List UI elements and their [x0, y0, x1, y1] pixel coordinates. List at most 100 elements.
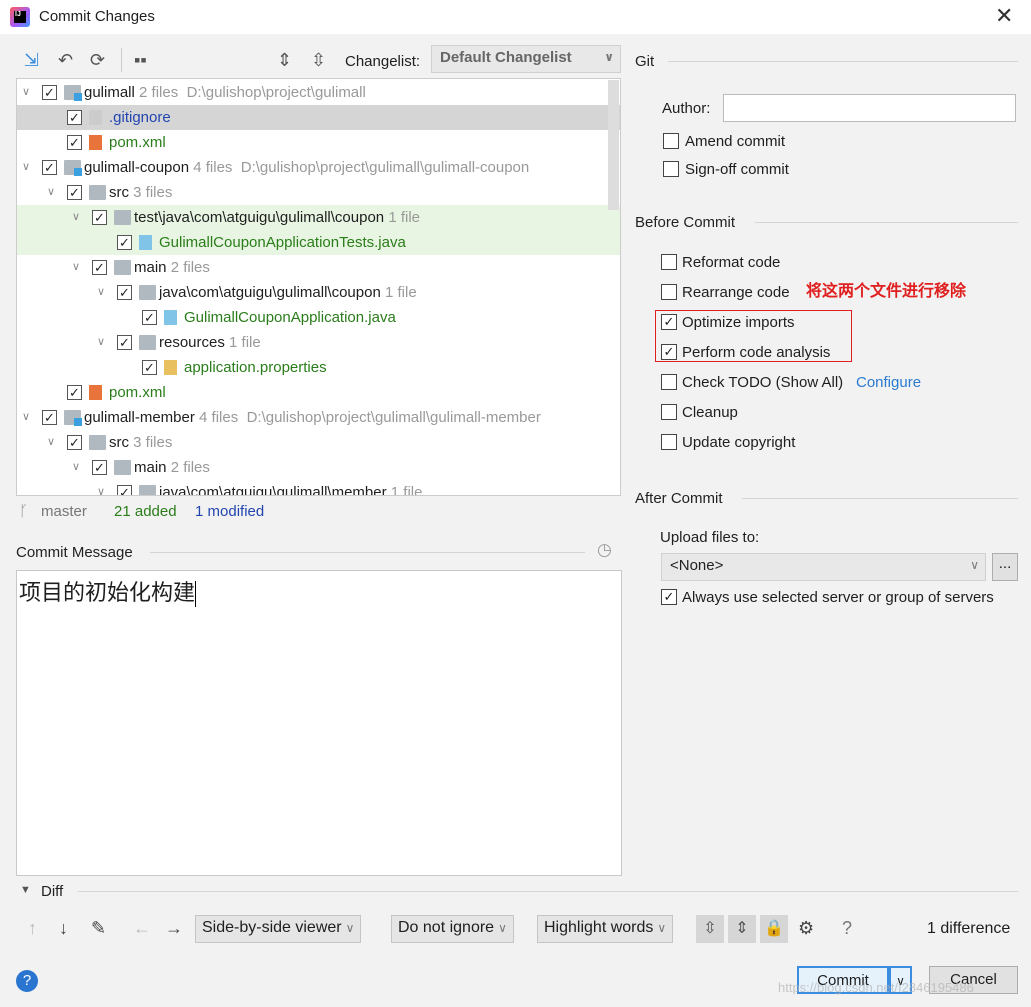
help-button[interactable]: ?	[16, 970, 38, 992]
commit-message-text: 项目的初始化构建	[19, 580, 196, 605]
tree-item-name: gulimall-coupon	[84, 159, 190, 176]
refresh-icon[interactable]: ⟳	[90, 50, 105, 71]
tree-row[interactable]: ∨ ✓ gulimall-member 4 files D:\gulishop\pr…	[17, 405, 620, 430]
forward-icon[interactable]: →	[165, 918, 183, 939]
collapse-diff-icon[interactable]: ▼	[20, 884, 31, 896]
group-by-icon[interactable]: ▪▪	[134, 50, 147, 71]
edit-source-icon[interactable]: ✎	[91, 918, 106, 939]
include-checkbox[interactable]: ✓	[42, 160, 57, 175]
chevron-down-icon[interactable]: ∨	[22, 80, 30, 105]
tree-row[interactable]: ∨ ✓ java\com\atguigu\gulimall\member 1 fil…	[17, 480, 620, 495]
tree-row[interactable]: ✓ pom.xml	[17, 130, 620, 155]
tree-scrollbar[interactable]	[608, 80, 619, 210]
upload-files-dropdown[interactable]: <None> ∨	[661, 553, 986, 581]
tree-row[interactable]: ∨ ✓ main 2 files	[17, 455, 620, 480]
include-checkbox[interactable]: ✓	[42, 410, 57, 425]
settings-gear-icon[interactable]: ⚙	[798, 918, 814, 939]
show-diff-icon[interactable]: ⇲	[24, 50, 39, 71]
include-checkbox[interactable]: ✓	[92, 260, 107, 275]
include-checkbox[interactable]: ✓	[42, 85, 57, 100]
sign-off-commit-checkbox[interactable]	[663, 161, 679, 177]
reformat-code-checkbox[interactable]	[661, 254, 677, 270]
collapse-unchanged-icon[interactable]: ⇳	[696, 915, 724, 943]
chevron-down-icon: ∨	[970, 558, 979, 572]
sync-scroll-icon[interactable]: ⇕	[728, 915, 756, 943]
tree-row[interactable]: ∨ ✓ java\com\atguigu\gulimall\coupon 1 fil…	[17, 280, 620, 305]
chevron-down-icon[interactable]: ∨	[72, 205, 80, 230]
tree-row[interactable]: ∨ ✓ gulimall-coupon 4 files D:\gulishop\pr…	[17, 155, 620, 180]
include-checkbox[interactable]: ✓	[142, 310, 157, 325]
chevron-down-icon[interactable]: ∨	[97, 480, 105, 495]
tree-row[interactable]: ✓ application.properties	[17, 355, 620, 380]
amend-commit-checkbox[interactable]	[663, 133, 679, 149]
chevron-down-icon: ∨	[657, 921, 667, 935]
chevron-down-icon[interactable]: ∨	[22, 405, 30, 430]
include-checkbox[interactable]: ✓	[67, 435, 82, 450]
lock-icon[interactable]: 🔒	[760, 915, 788, 943]
annotation-box	[655, 310, 852, 362]
chevron-down-icon[interactable]: ∨	[72, 455, 80, 480]
include-checkbox[interactable]: ✓	[67, 135, 82, 150]
watermark: https://blog.csdn.net/I2846195486	[778, 980, 974, 995]
viewer-dropdown[interactable]: Side-by-side viewer ∨	[195, 915, 362, 943]
chevron-down-icon[interactable]: ∨	[97, 280, 105, 305]
chevron-down-icon[interactable]: ∨	[72, 255, 80, 280]
file-count: 3 files	[133, 184, 173, 201]
history-icon[interactable]: ◷	[597, 540, 612, 560]
highlight-dropdown[interactable]: Highlight words ∨	[537, 915, 674, 943]
include-checkbox[interactable]: ✓	[142, 360, 157, 375]
rollback-icon[interactable]: ↶	[58, 50, 73, 71]
ignore-dropdown[interactable]: Do not ignore ∨	[391, 915, 514, 943]
tree-row[interactable]: ∨ ✓ gulimall 2 files D:\gulishop\project\g…	[17, 80, 620, 105]
expand-all-icon[interactable]: ⇕	[277, 50, 292, 71]
tree-row[interactable]: ∨ ✓ src 3 files	[17, 180, 620, 205]
chevron-down-icon[interactable]: ∨	[97, 330, 105, 355]
rearrange-code-checkbox[interactable]	[661, 284, 677, 300]
back-icon[interactable]: ←	[133, 918, 151, 939]
folder-icon	[114, 210, 131, 225]
include-checkbox[interactable]: ✓	[117, 485, 132, 495]
include-checkbox[interactable]: ✓	[67, 110, 82, 125]
include-checkbox[interactable]: ✓	[117, 235, 132, 250]
tree-row[interactable]: ∨ ✓ src 3 files	[17, 430, 620, 455]
divider	[150, 552, 585, 553]
check-todo-show-all-checkbox[interactable]	[661, 374, 677, 390]
tree-row[interactable]: ∨ ✓ main 2 files	[17, 255, 620, 280]
always-use-server-checkbox[interactable]: ✓	[661, 589, 677, 605]
changes-tree[interactable]: ∨ ✓ gulimall 2 files D:\gulishop\project\g…	[16, 78, 621, 496]
tree-row[interactable]: ✓ .gitignore	[17, 105, 620, 130]
browse-servers-button[interactable]: ...	[992, 553, 1018, 581]
chevron-down-icon: ∨	[604, 50, 614, 64]
configure-link[interactable]: Configure	[856, 374, 921, 391]
previous-difference-icon[interactable]: ↑	[28, 918, 37, 939]
tree-row[interactable]: ∨ ✓ test\java\com\atguigu\gulimall\coupon …	[17, 205, 620, 230]
include-checkbox[interactable]: ✓	[92, 210, 107, 225]
close-icon[interactable]: ✕	[995, 3, 1013, 29]
tree-row[interactable]: ∨ ✓ resources 1 file	[17, 330, 620, 355]
next-difference-icon[interactable]: ↓	[59, 918, 68, 939]
include-checkbox[interactable]: ✓	[117, 285, 132, 300]
file-count: 4 files	[199, 409, 239, 426]
amend-commit-label: Amend commit	[685, 133, 786, 150]
chevron-down-icon[interactable]: ∨	[47, 180, 55, 205]
include-checkbox[interactable]: ✓	[67, 185, 82, 200]
commit-message-input[interactable]: 项目的初始化构建	[16, 570, 622, 876]
folder-icon	[139, 485, 156, 495]
tree-row[interactable]: ✓ GulimallCouponApplicationTests.java	[17, 230, 620, 255]
include-checkbox[interactable]: ✓	[67, 385, 82, 400]
cleanup-checkbox[interactable]	[661, 404, 677, 420]
changelist-dropdown[interactable]: Default Changelist ∨	[431, 45, 621, 73]
update-copyright-checkbox[interactable]	[661, 434, 677, 450]
ignore-value: Do not ignore	[398, 919, 495, 936]
diff-help-icon[interactable]: ?	[842, 918, 852, 939]
chevron-down-icon[interactable]: ∨	[22, 155, 30, 180]
chevron-down-icon[interactable]: ∨	[47, 430, 55, 455]
include-checkbox[interactable]: ✓	[92, 460, 107, 475]
include-checkbox[interactable]: ✓	[117, 335, 132, 350]
added-count[interactable]: 21 added	[114, 503, 177, 520]
collapse-all-icon[interactable]: ⇳	[311, 50, 326, 71]
modified-count[interactable]: 1 modified	[195, 503, 264, 520]
tree-row[interactable]: ✓ GulimallCouponApplication.java	[17, 305, 620, 330]
author-input[interactable]	[723, 94, 1016, 122]
tree-row[interactable]: ✓ pom.xml	[17, 380, 620, 405]
